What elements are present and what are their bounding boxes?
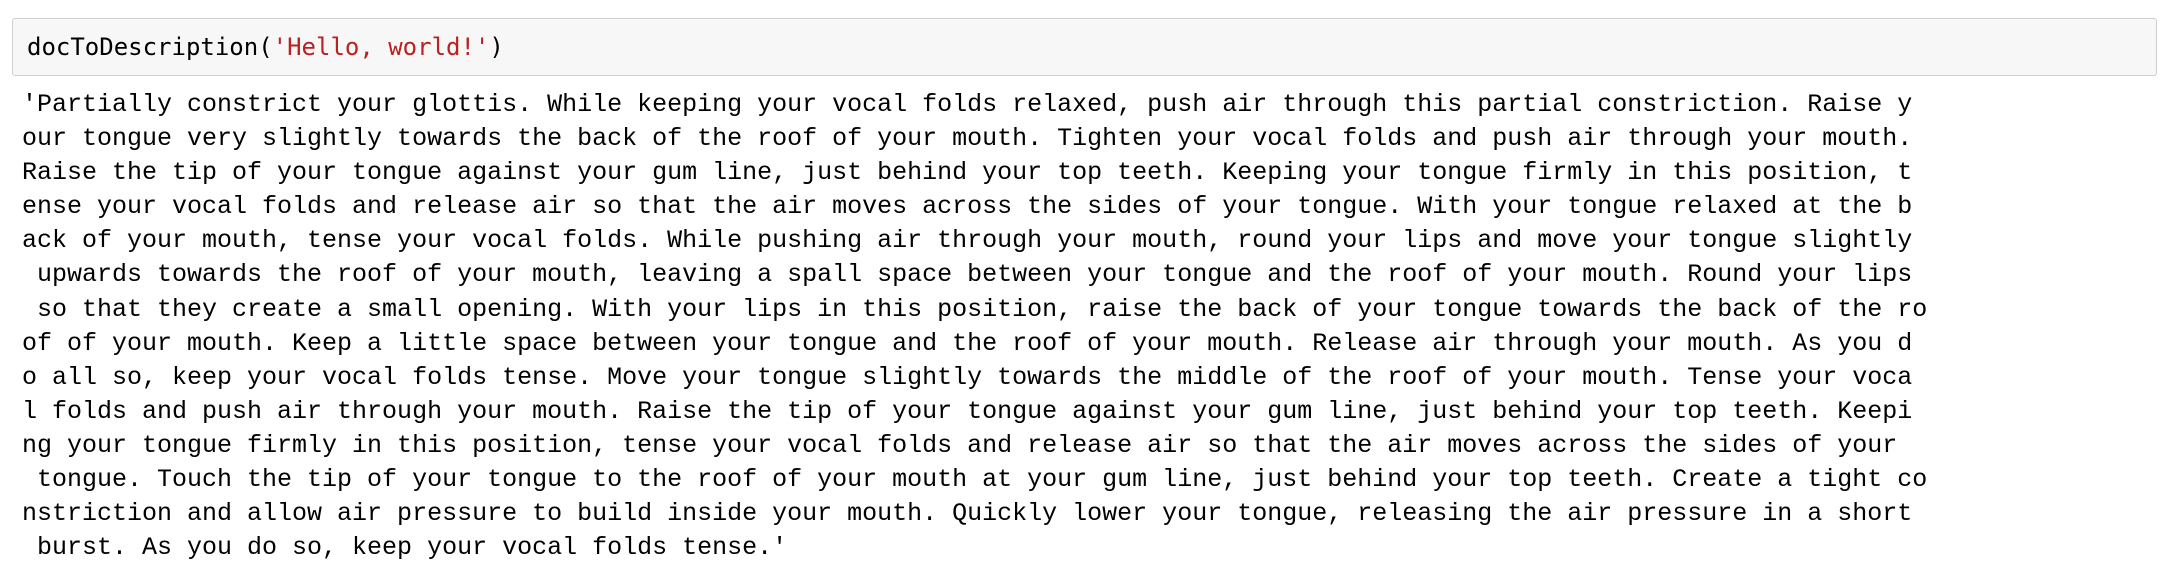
output-line: ense your vocal folds and release air so… [22,192,1913,222]
output-line: upwards towards the roof of your mouth, … [22,260,1913,290]
output-line: l folds and push air through your mouth.… [22,396,1913,426]
output-line: of of your mouth. Keep a little space be… [22,328,1913,358]
output-line: so that they create a small opening. Wit… [22,294,1928,324]
output-line: ng your tongue firmly in this position, … [22,430,1898,460]
output-line: 'Partially constrict your glottis. While… [22,90,1913,119]
code-line[interactable]: docToDescription('Hello, world!') [27,32,504,62]
output-line: o all so, keep your vocal folds tense. M… [22,362,1913,392]
open-paren: ( [258,33,273,61]
function-name: docToDescription [27,33,259,61]
output-line: burst. As you do so, keep your vocal fol… [22,533,788,563]
code-input-cell[interactable]: docToDescription('Hello, world!') [12,18,2157,76]
cell-output: 'Partially constrict your glottis. While… [22,88,2152,565]
close-paren: ) [489,33,504,61]
output-line: tongue. Touch the tip of your tongue to … [22,465,1928,495]
output-line: ack of your mouth, tense your vocal fold… [22,226,1913,256]
output-line: nstriction and allow air pressure to bui… [22,499,1913,529]
output-line: Raise the tip of your tongue against you… [22,158,1913,188]
output-line: our tongue very slightly towards the bac… [22,124,1913,154]
string-argument: 'Hello, world!' [272,33,490,61]
